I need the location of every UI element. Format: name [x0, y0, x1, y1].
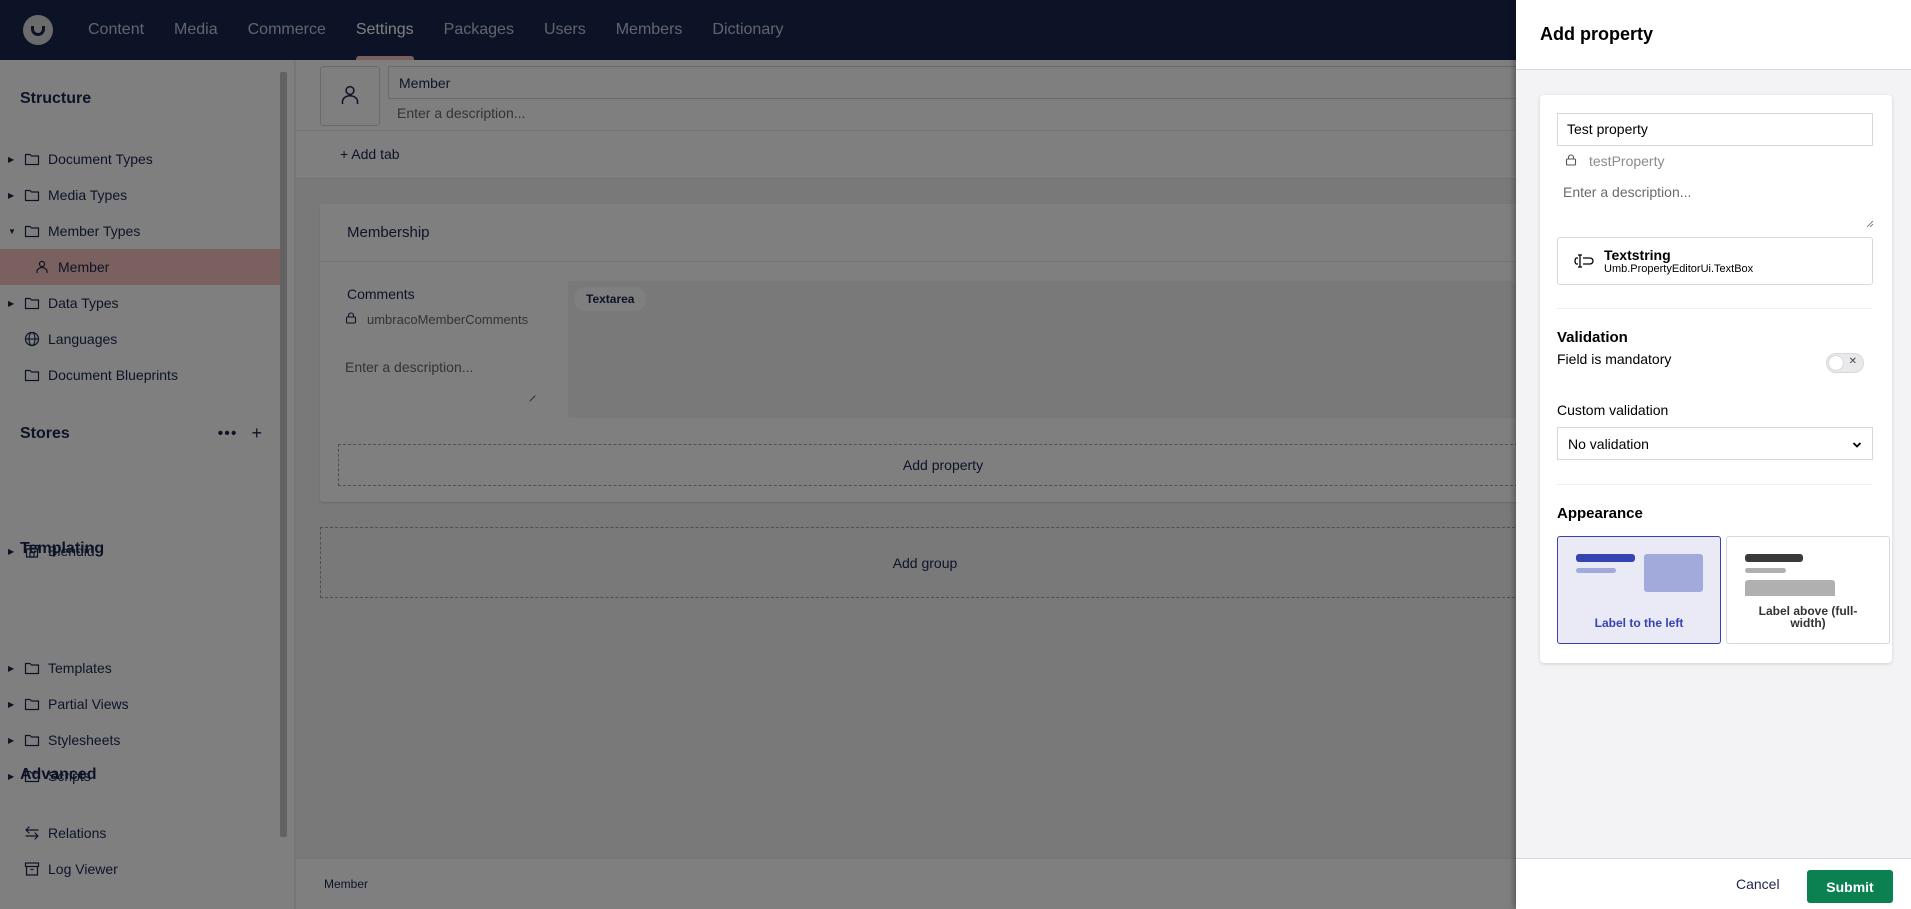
panel-footer: Cancel Submit	[1516, 858, 1911, 909]
panel-title: Add property	[1540, 24, 1654, 44]
cancel-button[interactable]: Cancel	[1732, 872, 1784, 896]
property-alias-field[interactable]: testProperty	[1565, 153, 1664, 169]
preview-input-box	[1644, 554, 1703, 592]
appearance-label-left-option[interactable]: Label to the left	[1557, 536, 1721, 644]
validation-heading: Validation	[1557, 329, 1628, 346]
appearance-caption: Label to the left	[1594, 616, 1684, 630]
mandatory-label: Field is mandatory	[1557, 351, 1672, 367]
panel-header: Add property	[1516, 0, 1911, 70]
modal-backdrop[interactable]	[0, 0, 1516, 909]
editor-name: Textstring	[1604, 246, 1671, 263]
appearance-label-above-option[interactable]: Label above (full-width)	[1726, 536, 1890, 644]
select-value: No validation	[1568, 435, 1649, 452]
close-icon: ✕	[1848, 356, 1857, 367]
custom-validation-select[interactable]: No validation	[1557, 427, 1873, 460]
lock-icon[interactable]	[1565, 153, 1577, 169]
custom-validation-label: Custom validation	[1557, 402, 1669, 418]
divider	[1557, 484, 1873, 485]
property-settings-card: Test property testProperty Enter a descr…	[1540, 95, 1892, 663]
resize-handle[interactable]	[1866, 215, 1874, 228]
preview-label-bar	[1576, 554, 1635, 562]
textstring-icon	[1574, 253, 1594, 269]
preview-input-box	[1745, 580, 1835, 596]
chevron-down-icon	[1852, 436, 1862, 452]
preview-desc-bar	[1745, 568, 1786, 573]
submit-button[interactable]: Submit	[1807, 870, 1893, 903]
property-description-input[interactable]: Enter a description...	[1563, 184, 1691, 200]
property-name-input[interactable]: Test property	[1557, 113, 1873, 146]
preview-label-bar	[1745, 554, 1803, 562]
appearance-caption: Label above (full-width)	[1758, 604, 1858, 630]
divider	[1557, 308, 1873, 309]
add-property-panel: Add property Test property testProperty …	[1516, 0, 1911, 909]
appearance-heading: Appearance	[1557, 505, 1643, 522]
mandatory-toggle[interactable]: ✕	[1826, 353, 1864, 373]
property-alias-text: testProperty	[1589, 153, 1665, 169]
editor-alias: Umb.PropertyEditorUi.TextBox	[1604, 262, 1754, 275]
preview-desc-bar	[1576, 568, 1616, 573]
toggle-knob	[1829, 356, 1843, 370]
property-editor-picker[interactable]: Textstring Umb.PropertyEditorUi.TextBox	[1557, 237, 1873, 285]
